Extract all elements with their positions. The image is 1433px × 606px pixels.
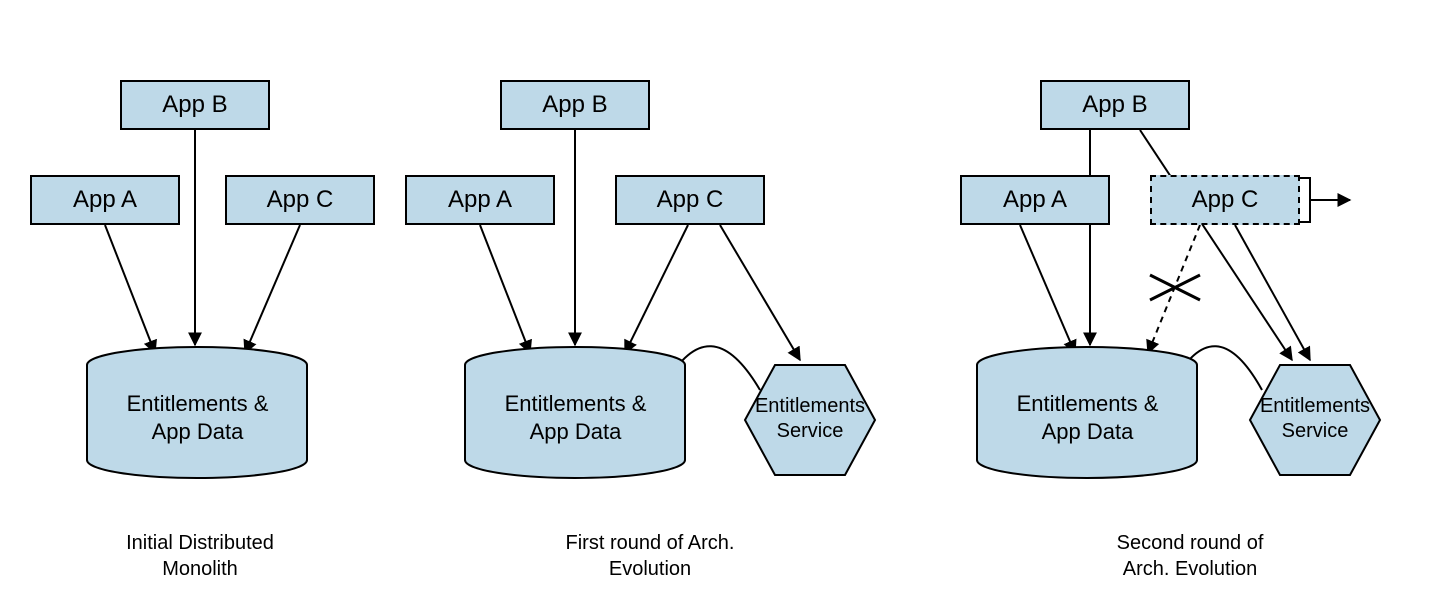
panel3-app-c: App C xyxy=(1150,175,1300,225)
hexagon-2-label-line2: Service xyxy=(1282,420,1349,442)
cylinder-1-label-line2: App Data xyxy=(152,419,244,444)
caption-middle-line1: First round of Arch. xyxy=(566,532,735,554)
hexagon-1-label: Entitlements Service xyxy=(750,394,870,444)
cylinder-3-label-line2: App Data xyxy=(1042,419,1134,444)
cylinder-2-label-line2: App Data xyxy=(530,419,622,444)
caption-left: Initial Distributed Monolith xyxy=(70,530,330,582)
caption-right: Second round of Arch. Evolution xyxy=(1060,530,1320,582)
cylinder-3-label: Entitlements & App Data xyxy=(980,390,1195,445)
hexagon-1-label-line1: Entitlements xyxy=(755,395,865,417)
caption-right-line2: Arch. Evolution xyxy=(1123,558,1258,580)
hexagon-2-label-line1: Entitlements xyxy=(1260,395,1370,417)
cylinder-2-label-line1: Entitlements & xyxy=(505,391,647,416)
panel1-app-b: App B xyxy=(120,80,270,130)
cylinder-1-label-line1: Entitlements & xyxy=(127,391,269,416)
panel1-app-c: App C xyxy=(225,175,375,225)
cylinder-3-label-line1: Entitlements & xyxy=(1017,391,1159,416)
caption-left-line2: Monolith xyxy=(162,558,238,580)
caption-middle: First round of Arch. Evolution xyxy=(520,530,780,582)
panel3-app-a: App A xyxy=(960,175,1110,225)
cylinder-2-label: Entitlements & App Data xyxy=(468,390,683,445)
panel3-app-b: App B xyxy=(1040,80,1190,130)
hexagon-1-label-line2: Service xyxy=(777,420,844,442)
cylinder-1-label: Entitlements & App Data xyxy=(90,390,305,445)
panel2-app-b: App B xyxy=(500,80,650,130)
panel2-app-a: App A xyxy=(405,175,555,225)
panel2-app-c: App C xyxy=(615,175,765,225)
hexagon-2-label: Entitlements Service xyxy=(1255,394,1375,444)
caption-right-line1: Second round of xyxy=(1117,532,1264,554)
caption-left-line1: Initial Distributed xyxy=(126,532,274,554)
caption-middle-line2: Evolution xyxy=(609,558,691,580)
panel1-app-a: App A xyxy=(30,175,180,225)
diagram-canvas: App B App A App C App B App A App C App … xyxy=(0,0,1433,606)
